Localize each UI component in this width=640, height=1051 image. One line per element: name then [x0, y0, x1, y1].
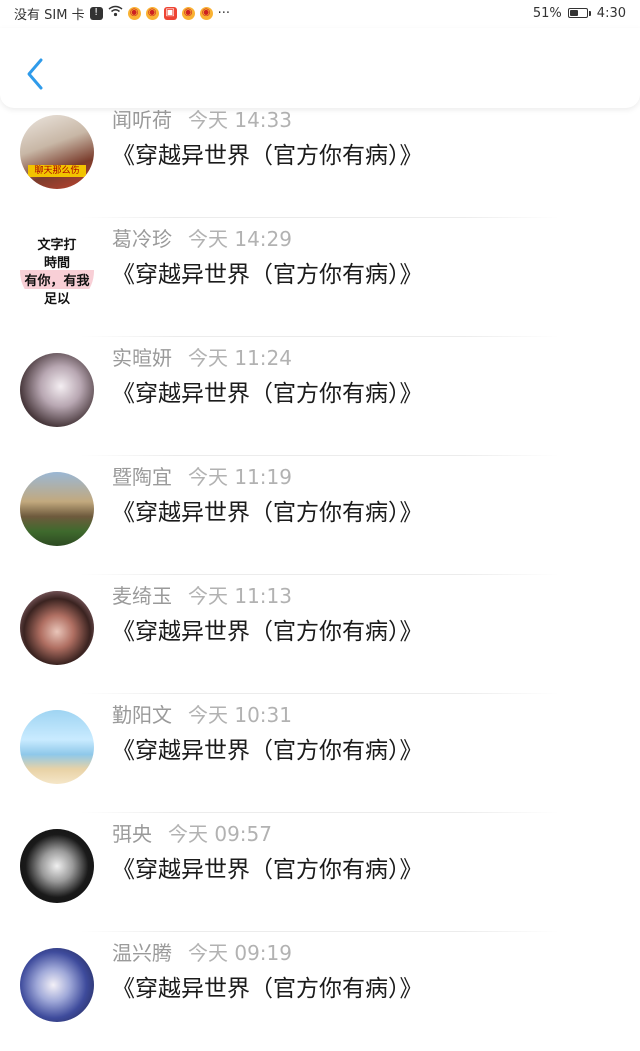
comment-meta: 勤阳文 今天 10:31: [112, 699, 292, 728]
divider: [80, 574, 560, 575]
more-notifications-icon: ···: [217, 5, 230, 21]
status-right: 51% 4:30: [533, 6, 626, 21]
comment-text: 《穿越异世界（官方你有病）》: [112, 500, 423, 526]
comment-item[interactable]: 暨陶宜 今天 11:19 《穿越异世界（官方你有病）》: [0, 457, 640, 575]
comment-time: 今天 11:19: [188, 465, 292, 489]
comment-item[interactable]: 勤阳文 今天 10:31 《穿越异世界（官方你有病）》: [0, 695, 640, 813]
alert-icon: !: [89, 6, 103, 20]
comment-text: 《穿越异世界（官方你有病）》: [112, 381, 423, 407]
divider: [80, 812, 560, 813]
app-notification-icon: ▣: [163, 6, 177, 20]
comment-meta: 葛冷珍 今天 14:29: [112, 223, 292, 252]
avatar-text-line: 有你，有我: [20, 270, 94, 289]
weibo-icon: ◉: [199, 6, 213, 20]
avatar-text-line: 足以: [43, 292, 70, 307]
comment-item[interactable]: 实暄妍 今天 11:24 《穿越异世界（官方你有病）》: [0, 338, 640, 456]
avatar[interactable]: [20, 472, 94, 546]
weibo-icon: ◉: [181, 6, 195, 20]
divider: [80, 931, 560, 932]
comment-meta: 实暄妍 今天 11:24: [112, 342, 292, 371]
battery-percent: 51%: [532, 5, 562, 21]
comment-text: 《穿越异世界（官方你有病）》: [112, 619, 423, 645]
comment-time: 今天 11:13: [188, 584, 292, 608]
comment-meta: 麦绮玉 今天 11:13: [112, 580, 292, 609]
comment-time: 今天 10:31: [188, 703, 292, 727]
divider: [80, 693, 560, 694]
comment-item[interactable]: 麦绮玉 今天 11:13 《穿越异世界（官方你有病）》: [0, 576, 640, 694]
top-bar: [0, 28, 640, 108]
chevron-left-icon: [27, 58, 43, 90]
carrier-text: 没有 SIM 卡: [14, 7, 85, 23]
clock: 4:30: [596, 5, 626, 21]
commenter-name[interactable]: 闻听荷: [112, 108, 172, 132]
avatar[interactable]: [20, 591, 94, 665]
divider: [80, 217, 560, 218]
comment-text: 《穿越异世界（官方你有病）》: [112, 143, 423, 169]
wifi-icon: [108, 5, 123, 21]
back-button[interactable]: [18, 52, 52, 96]
commenter-name[interactable]: 弭央: [112, 822, 152, 846]
comment-time: 今天 14:33: [188, 108, 292, 132]
avatar-text-line: 文字打: [37, 238, 77, 253]
commenter-name[interactable]: 实暄妍: [112, 346, 172, 370]
commenter-name[interactable]: 麦绮玉: [112, 584, 172, 608]
avatar[interactable]: [20, 710, 94, 784]
comment-meta: 温兴腾 今天 09:19: [112, 937, 292, 966]
comment-time: 今天 14:29: [188, 227, 292, 251]
comment-meta: 弭央 今天 09:57: [112, 818, 272, 847]
comment-text: 《穿越异世界（官方你有病）》: [112, 738, 423, 764]
comment-time: 今天 09:19: [188, 941, 292, 965]
comment-item[interactable]: 温兴腾 今天 09:19 《穿越异世界（官方你有病）》: [0, 933, 640, 1051]
commenter-name[interactable]: 葛冷珍: [112, 227, 172, 251]
status-bar: 没有 SIM 卡 ! ◉ ◉ ▣ ◉ ◉ ··· 51% 4:30: [0, 0, 640, 26]
comment-item[interactable]: 弭央 今天 09:57 《穿越异世界（官方你有病）》: [0, 814, 640, 932]
avatar[interactable]: [20, 829, 94, 903]
avatar[interactable]: [20, 353, 94, 427]
commenter-name[interactable]: 温兴腾: [112, 941, 172, 965]
avatar-text-line: 時間: [43, 256, 70, 271]
avatar[interactable]: [20, 948, 94, 1022]
commenter-name[interactable]: 勤阳文: [112, 703, 172, 727]
comment-text: 《穿越异世界（官方你有病）》: [112, 976, 423, 1002]
comment-meta: 闻听荷 今天 14:33: [112, 104, 292, 133]
comment-item[interactable]: 聊天那么伤 闻听荷 今天 14:33 《穿越异世界（官方你有病）》: [0, 100, 640, 218]
comment-text: 《穿越异世界（官方你有病）》: [112, 262, 423, 288]
avatar[interactable]: 文字打 時間 有你，有我 足以: [20, 234, 94, 308]
divider: [80, 336, 560, 337]
comment-time: 今天 09:57: [168, 822, 272, 846]
avatar-caption: 聊天那么伤: [28, 165, 86, 177]
commenter-name[interactable]: 暨陶宜: [112, 465, 172, 489]
comment-time: 今天 11:24: [188, 346, 292, 370]
divider: [80, 455, 560, 456]
comment-text: 《穿越异世界（官方你有病）》: [112, 857, 423, 883]
comment-item[interactable]: 文字打 時間 有你，有我 足以 葛冷珍 今天 14:29 《穿越异世界（官方你有病…: [0, 219, 640, 337]
weibo-icon: ◉: [127, 6, 141, 20]
comment-meta: 暨陶宜 今天 11:19: [112, 461, 292, 490]
weibo-icon: ◉: [145, 6, 159, 20]
status-left: 没有 SIM 卡 ! ◉ ◉ ▣ ◉ ◉ ···: [14, 4, 230, 23]
battery-icon: [567, 8, 591, 18]
avatar[interactable]: 聊天那么伤: [20, 115, 94, 189]
